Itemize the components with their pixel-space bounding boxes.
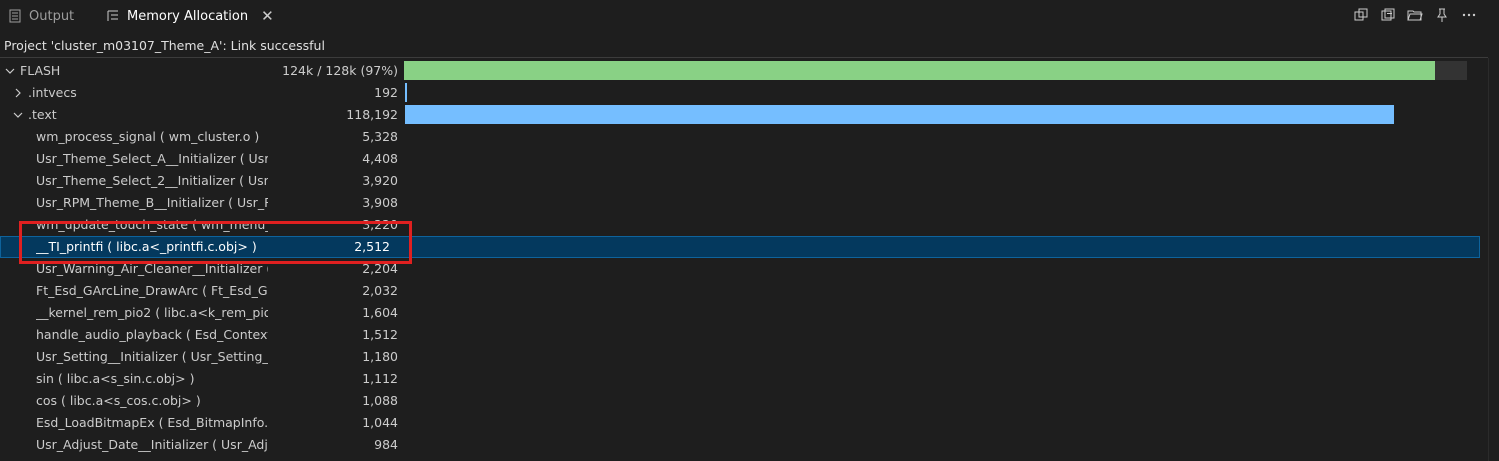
- pin-icon[interactable]: [1434, 7, 1450, 23]
- copy-icon[interactable]: [1353, 7, 1369, 23]
- tree-row-value: 984: [374, 437, 398, 452]
- tree-row-label: Usr_Setting__Initializer ( Usr_Setting__…: [36, 349, 268, 364]
- tab-memory-allocation[interactable]: Memory Allocation ✕: [106, 0, 274, 32]
- divider: [0, 57, 1488, 58]
- tree-row-value: 118,192: [346, 107, 398, 122]
- tree-row-label: .intvecs: [28, 85, 77, 100]
- more-actions-icon[interactable]: [1461, 7, 1477, 23]
- chevron-right-icon[interactable]: [12, 87, 24, 99]
- tree-row-item[interactable]: sin ( libc.a<s_sin.c.obj> ) 1,112: [0, 368, 1488, 390]
- flash-usage-value: 124k / 128k (97%): [282, 63, 398, 78]
- tree-row-label: __kernel_rem_pio2 ( libc.a<k_rem_pio...: [36, 305, 268, 320]
- tree-row-label: FLASH: [20, 63, 61, 78]
- text-usage-bar: [405, 105, 1395, 124]
- tree-row-value: 3,908: [362, 195, 398, 210]
- tree-row-item[interactable]: cos ( libc.a<s_cos.c.obj> ) 1,088: [0, 390, 1488, 412]
- panel-tab-bar: Output Memory Allocation ✕: [0, 0, 1499, 32]
- intvecs-usage-bar: [405, 83, 407, 102]
- tree-row-label: Esd_LoadBitmapEx ( Esd_BitmapInfo.o ): [36, 415, 268, 430]
- tree-row-value: 192: [374, 85, 398, 100]
- tree-row-value: 4,408: [362, 151, 398, 166]
- tree-row-value: 1,044: [362, 415, 398, 430]
- output-icon: [9, 9, 21, 23]
- tree-row-item[interactable]: Usr_Adjust_Date__Initializer ( Usr_Adju.…: [0, 434, 1488, 456]
- tree-row-item[interactable]: Ft_Esd_GArcLine_DrawArc ( Ft_Esd_Gr... 2,…: [0, 280, 1488, 302]
- scrollbar[interactable]: [1488, 58, 1499, 461]
- folder-open-icon[interactable]: [1407, 7, 1423, 23]
- tree-row-label: Usr_Theme_Select_2__Initializer ( Usr_..…: [36, 173, 268, 188]
- chevron-down-icon[interactable]: [4, 65, 16, 77]
- chevron-down-icon[interactable]: [12, 109, 24, 121]
- tab-output[interactable]: Output: [8, 0, 74, 32]
- flash-usage-bar: [404, 61, 1436, 80]
- tree-row-label: Usr_RPM_Theme_B__Initializer ( Usr_R...: [36, 195, 268, 210]
- tree-row-value: 1,180: [362, 349, 398, 364]
- tree-row-value: 1,088: [362, 393, 398, 408]
- tree-row-label: Usr_Theme_Select_A__Initializer ( Usr_..…: [36, 151, 268, 166]
- tree-row-value: 1,512: [362, 327, 398, 342]
- tab-memory-allocation-label: Memory Allocation: [127, 8, 249, 24]
- tree-row-value: 1,112: [362, 371, 398, 386]
- collapse-all-icon[interactable]: [1380, 7, 1396, 23]
- tree-row-value: 5,328: [362, 129, 398, 144]
- tree-row-item[interactable]: Esd_LoadBitmapEx ( Esd_BitmapInfo.o ) 1,0…: [0, 412, 1488, 434]
- tree-row-label: sin ( libc.a<s_sin.c.obj> ): [36, 371, 195, 386]
- panel-actions: [1353, 7, 1477, 23]
- tree-row-label: wm_process_signal ( wm_cluster.o ): [36, 129, 260, 144]
- tree-row-label: Usr_Adjust_Date__Initializer ( Usr_Adju.…: [36, 437, 268, 452]
- tree-row-intvecs[interactable]: .intvecs 192: [0, 82, 1488, 104]
- tree-row-label: Ft_Esd_GArcLine_DrawArc ( Ft_Esd_Gr...: [36, 283, 268, 298]
- close-icon[interactable]: ✕: [261, 7, 274, 25]
- tree-row-value: 3,920: [362, 173, 398, 188]
- tree-row-item[interactable]: Usr_RPM_Theme_B__Initializer ( Usr_R... 3…: [0, 192, 1488, 214]
- tree-row-item[interactable]: __kernel_rem_pio2 ( libc.a<k_rem_pio... 1…: [0, 302, 1488, 324]
- tree-row-value: 1,604: [362, 305, 398, 320]
- tree-row-label: handle_audio_playback ( Esd_Context....: [36, 327, 268, 342]
- tree-row-text[interactable]: .text 118,192: [0, 104, 1488, 126]
- tree-row-item[interactable]: handle_audio_playback ( Esd_Context.... 1…: [0, 324, 1488, 346]
- tree-row-item[interactable]: Usr_Setting__Initializer ( Usr_Setting__…: [0, 346, 1488, 368]
- tree-row-value: 2,032: [362, 283, 398, 298]
- link-status-text: Project 'cluster_m03107_Theme_A': Link s…: [4, 38, 325, 53]
- tree-row-label: cos ( libc.a<s_cos.c.obj> ): [36, 393, 201, 408]
- list-tree-icon: [107, 10, 118, 21]
- tree-row-item[interactable]: Usr_Theme_Select_2__Initializer ( Usr_..…: [0, 170, 1488, 192]
- tree-row-item[interactable]: Usr_Theme_Select_A__Initializer ( Usr_..…: [0, 148, 1488, 170]
- tree-row-flash[interactable]: FLASH 124k / 128k (97%): [0, 60, 1488, 82]
- highlight-annotation: [19, 221, 412, 264]
- tab-output-label: Output: [29, 8, 75, 24]
- tree-row-item[interactable]: wm_process_signal ( wm_cluster.o ) 5,328: [0, 126, 1488, 148]
- tree-row-label: .text: [28, 107, 57, 122]
